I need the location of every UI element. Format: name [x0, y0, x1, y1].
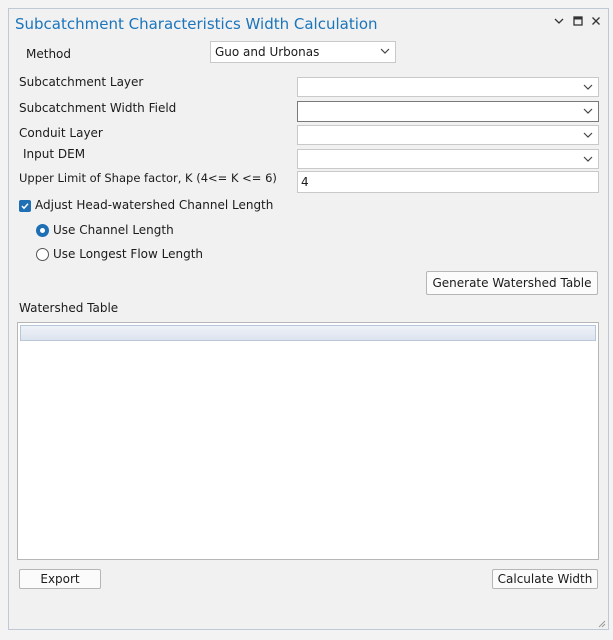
chevron-down-icon — [379, 43, 391, 59]
close-icon[interactable] — [588, 15, 604, 31]
input-dem-dropdown[interactable] — [297, 149, 599, 169]
resize-grip-icon[interactable] — [596, 617, 606, 628]
use-longest-flow-length-label: Use Longest Flow Length — [53, 247, 204, 261]
calculate-width-button[interactable]: Calculate Width — [492, 569, 598, 589]
adjust-channel-length-checkbox[interactable] — [19, 200, 31, 212]
conduit-layer-dropdown[interactable] — [297, 125, 599, 145]
subcatchment-layer-label: Subcatchment Layer — [19, 75, 144, 89]
export-button[interactable]: Export — [19, 569, 101, 589]
use-channel-length-label: Use Channel Length — [53, 223, 174, 237]
pane-title: Subcatchment Characteristics Width Calcu… — [15, 15, 378, 33]
title-bar: Subcatchment Characteristics Width Calcu… — [9, 9, 608, 39]
method-label: Method — [26, 47, 72, 61]
shape-factor-value: 4 — [301, 175, 309, 189]
shape-factor-input[interactable]: 4 — [297, 171, 599, 193]
chevron-down-icon — [582, 151, 594, 167]
shape-factor-label: Upper Limit of Shape factor, K (4<= K <=… — [19, 171, 277, 185]
table-header-row — [20, 325, 596, 341]
chevron-down-icon — [582, 127, 594, 143]
method-value: Guo and Urbonas — [215, 45, 320, 59]
conduit-layer-label: Conduit Layer — [19, 126, 103, 140]
watershed-table[interactable] — [17, 322, 599, 560]
width-field-label: Subcatchment Width Field — [19, 101, 177, 115]
dock-pane: Subcatchment Characteristics Width Calcu… — [8, 8, 609, 630]
chevron-down-icon — [582, 79, 594, 95]
width-field-dropdown[interactable] — [297, 101, 599, 122]
watershed-table-label: Watershed Table — [19, 301, 119, 315]
maximize-icon[interactable] — [570, 15, 586, 31]
use-channel-length-radio[interactable] — [36, 224, 49, 237]
subcatchment-layer-dropdown[interactable] — [297, 77, 599, 97]
generate-watershed-table-button[interactable]: Generate Watershed Table — [426, 271, 598, 295]
method-dropdown[interactable]: Guo and Urbonas — [210, 41, 396, 63]
input-dem-label: Input DEM — [23, 147, 86, 161]
chevron-down-icon — [582, 103, 594, 119]
chevron-down-icon[interactable] — [551, 15, 567, 31]
use-longest-flow-length-radio[interactable] — [36, 248, 49, 261]
adjust-channel-length-label: Adjust Head-watershed Channel Length — [35, 198, 274, 212]
